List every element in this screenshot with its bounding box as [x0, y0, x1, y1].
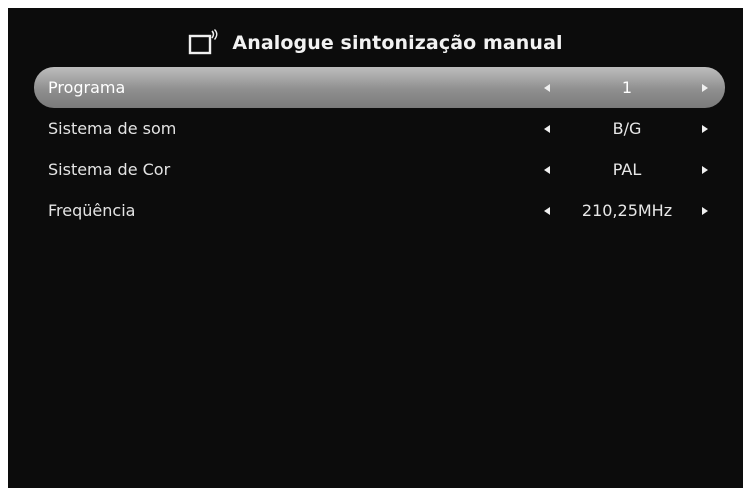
arrow-right-icon[interactable]	[702, 206, 708, 215]
menu-row-sistema-de-som[interactable]: Sistema de som B/G	[34, 108, 725, 149]
menu-row-label: Programa	[48, 78, 126, 97]
arrow-right-icon[interactable]	[702, 165, 708, 174]
arrow-left-icon[interactable]	[544, 206, 550, 215]
arrow-right-icon[interactable]	[702, 83, 708, 92]
menu-row-value: B/G	[612, 119, 642, 138]
menu-row-value: 1	[621, 78, 633, 97]
page-title: Analogue sintonização manual	[232, 32, 563, 54]
menu-row-label: Freqüência	[48, 201, 136, 220]
tv-antenna-icon	[189, 29, 218, 55]
arrow-left-icon[interactable]	[544, 83, 550, 92]
menu-row-value: PAL	[612, 160, 642, 179]
settings-menu: Programa 1 Sistema de som B/G Sistema de…	[34, 67, 725, 231]
menu-header: Analogue sintonização manual	[8, 26, 743, 60]
arrow-right-icon[interactable]	[702, 124, 708, 133]
menu-row-label: Sistema de som	[48, 119, 177, 138]
menu-row-programa[interactable]: Programa 1	[34, 67, 725, 108]
arrow-left-icon[interactable]	[544, 165, 550, 174]
menu-row-frequencia[interactable]: Freqüência 210,25MHz	[34, 190, 725, 231]
tv-menu-screen: Analogue sintonização manual Programa 1 …	[8, 8, 743, 488]
arrow-left-icon[interactable]	[544, 124, 550, 133]
menu-row-label: Sistema de Cor	[48, 160, 171, 179]
menu-row-value: 210,25MHz	[581, 201, 673, 220]
menu-row-sistema-de-cor[interactable]: Sistema de Cor PAL	[34, 149, 725, 190]
